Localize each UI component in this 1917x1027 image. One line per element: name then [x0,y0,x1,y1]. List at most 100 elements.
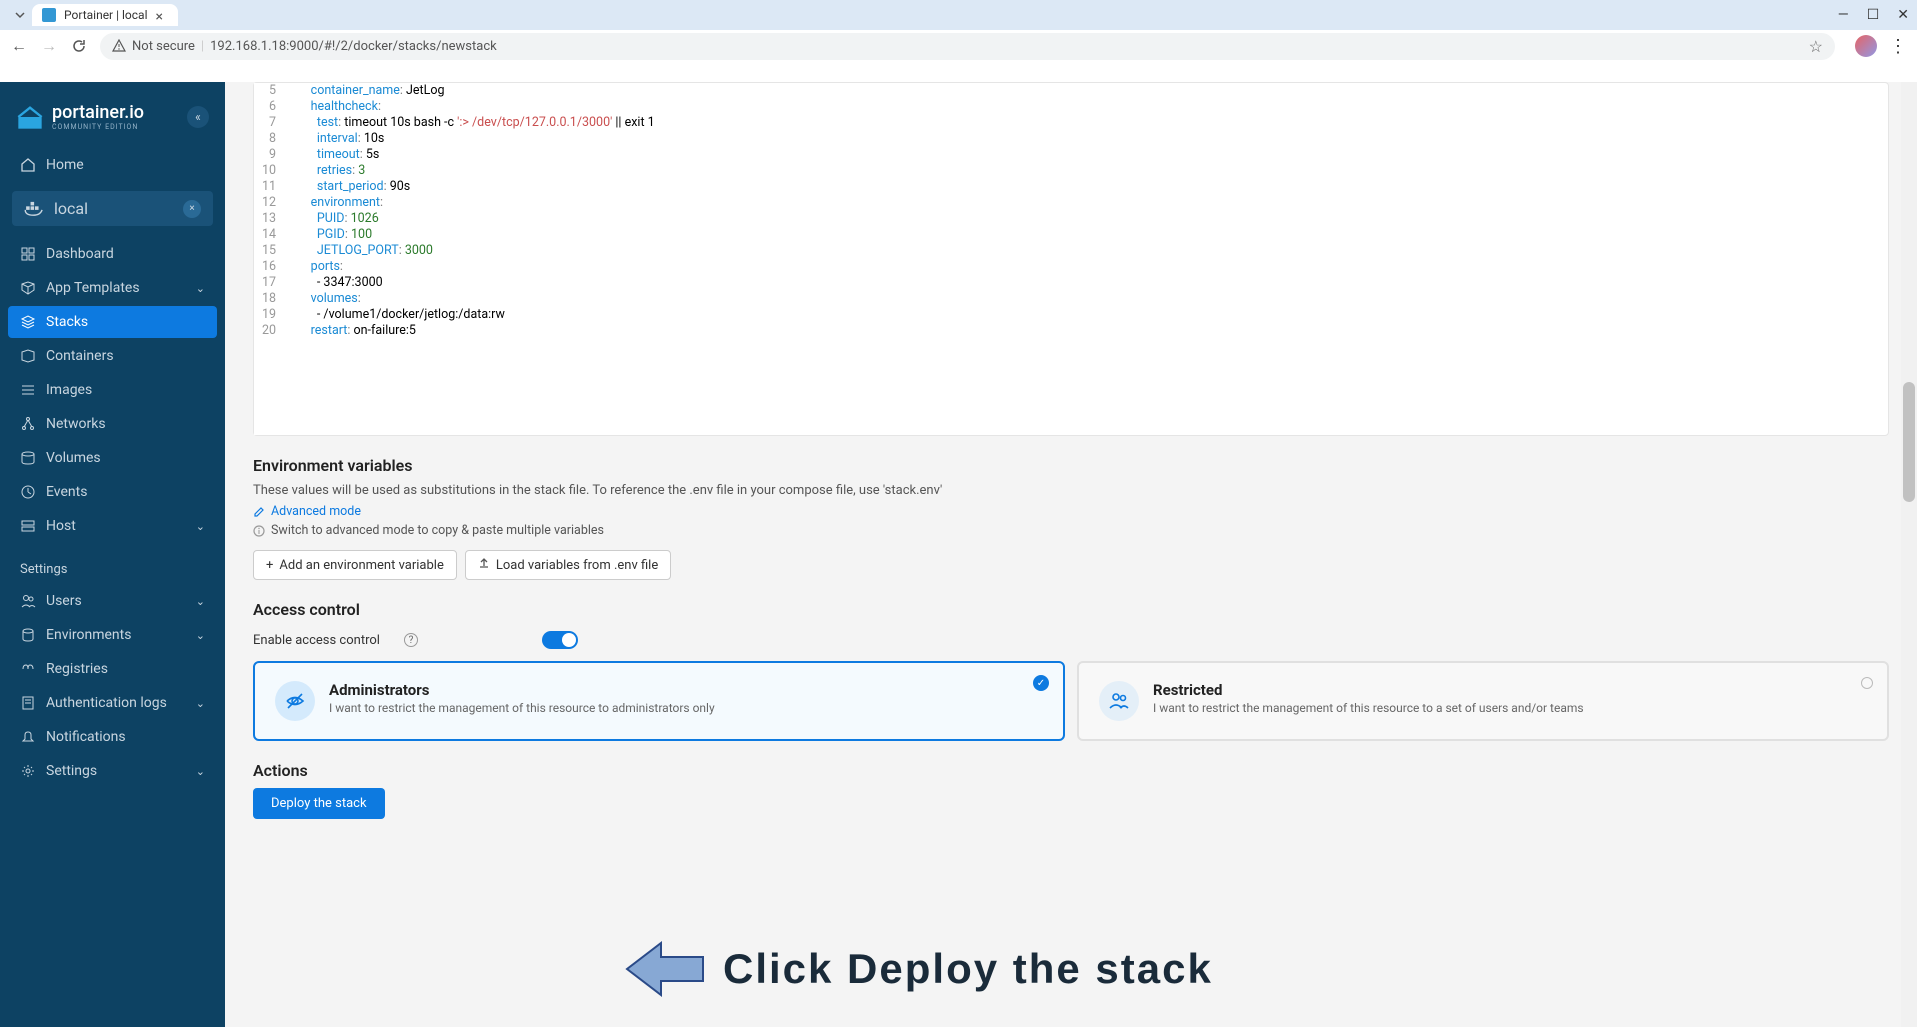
advanced-mode-info: Switch to advanced mode to copy & paste … [253,523,1889,538]
sidebar-item-authentication-logs[interactable]: Authentication logs⌄ [8,687,217,719]
access-control-toggle[interactable] [542,631,578,649]
code-editor[interactable]: 567891011121314151617181920 container_na… [253,82,1889,436]
sidebar-item-label: Host [46,518,76,534]
profile-avatar[interactable] [1855,35,1877,57]
containers-icon [20,348,36,364]
annotation: Click Deploy the stack [625,941,1213,997]
docker-icon [24,201,46,217]
sidebar-item-images[interactable]: Images [8,374,217,406]
eye-off-icon [275,681,315,721]
sidebar-item-stacks[interactable]: Stacks [8,306,217,338]
sidebar-item-label: Settings [46,763,97,779]
sidebar-item-label: Environments [46,627,131,643]
sidebar-item-registries[interactable]: Registries [8,653,217,685]
app-templates-icon [20,280,36,296]
sidebar-item-host[interactable]: Host ⌄ [8,510,217,542]
scrollbar-thumb[interactable] [1903,382,1915,502]
scrollbar[interactable] [1901,82,1917,1027]
sidebar-item-app-templates[interactable]: App Templates ⌄ [8,272,217,304]
chevron-down-icon: ⌄ [196,282,205,295]
arrow-icon [625,941,705,997]
minimize-icon[interactable]: — [1838,7,1849,23]
info-icon [253,525,265,537]
notifications-icon [20,729,36,745]
stacks-icon [20,314,36,330]
environments-icon [20,627,36,643]
sidebar-item-home[interactable]: Home [8,149,217,181]
brand[interactable]: portainer.io COMMUNITY EDITION « [8,94,217,147]
bookmark-icon[interactable]: ☆ [1809,37,1823,56]
sidebar-item-label: Events [46,484,87,500]
menu-icon[interactable]: ⋮ [1889,36,1907,57]
events-icon [20,484,36,500]
tab-dropdown[interactable] [8,9,32,21]
images-icon [20,382,36,398]
sidebar-item-label: Home [46,157,84,173]
edit-icon [253,506,265,518]
settings-icon [20,763,36,779]
sidebar-item-settings[interactable]: Settings⌄ [8,755,217,787]
sidebar-item-label: App Templates [46,280,140,296]
add-env-var-button[interactable]: + Add an environment variable [253,550,457,580]
card-title: Restricted [1153,681,1584,699]
actions-title: Actions [253,761,1889,780]
back-button[interactable]: ← [10,37,28,55]
authentication-logs-icon [20,695,36,711]
plus-icon: + [266,558,273,573]
url-bar[interactable]: Not secure | 192.168.1.18:9000/#!/2/dock… [100,33,1835,60]
users-icon [1099,681,1139,721]
volumes-icon [20,450,36,466]
sidebar-item-label: Dashboard [46,246,114,262]
load-env-file-button[interactable]: Load variables from .env file [465,550,671,580]
sidebar-item-environments[interactable]: Environments ⌄ [8,619,217,651]
tab-close-icon[interactable]: × [156,9,168,21]
sidebar-item-label: Containers [46,348,114,364]
access-card-restricted[interactable]: Restricted I want to restrict the manage… [1077,661,1889,741]
deploy-stack-button[interactable]: Deploy the stack [253,788,385,819]
card-title: Administrators [329,681,715,699]
browser-chrome: Portainer | local × — ☐ ✕ ← → Not secure… [0,0,1917,62]
chevron-down-icon: ⌄ [196,629,205,642]
sidebar-item-volumes[interactable]: Volumes [8,442,217,474]
brand-name: portainer.io [52,102,144,123]
dashboard-icon [20,246,36,262]
chevron-down-icon: ⌄ [196,697,205,710]
sidebar-item-containers[interactable]: Containers [8,340,217,372]
sidebar-item-dashboard[interactable]: Dashboard [8,238,217,270]
sidebar-item-label: Volumes [46,450,101,466]
env-vars-desc: These values will be used as substitutio… [253,483,1889,498]
access-toggle-label: Enable access control [253,633,380,648]
sidebar-item-notifications[interactable]: Notifications [8,721,217,753]
advanced-mode-link[interactable]: Advanced mode [253,504,1889,519]
sidebar-item-label: Registries [46,661,108,677]
chevron-down-icon: ⌄ [196,520,205,533]
browser-tab[interactable]: Portainer | local × [32,4,178,26]
forward-button[interactable]: → [40,37,58,55]
settings-section-title: Settings [8,544,217,583]
env-close-icon[interactable]: × [183,200,201,218]
sidebar-item-events[interactable]: Events [8,476,217,508]
maximize-icon[interactable]: ☐ [1867,7,1880,23]
host-icon [20,518,36,534]
annotation-text: Click Deploy the stack [723,945,1213,993]
portainer-logo-icon [16,103,44,131]
url-warning: Not secure [132,39,195,54]
warning-icon [112,39,126,53]
sidebar-item-users[interactable]: Users⌄ [8,585,217,617]
url-text: 192.168.1.18:9000/#!/2/docker/stacks/new… [210,39,1803,54]
radio-unchecked-icon [1861,677,1873,689]
reload-button[interactable] [70,37,88,55]
sidebar-item-networks[interactable]: Networks [8,408,217,440]
brand-edition: COMMUNITY EDITION [52,123,144,131]
card-desc: I want to restrict the management of thi… [329,701,715,715]
tab-favicon [42,8,56,22]
main-content: 567891011121314151617181920 container_na… [225,82,1917,1027]
env-label: local [54,199,88,218]
access-card-administrators[interactable]: Administrators I want to restrict the ma… [253,661,1065,741]
close-window-icon[interactable]: ✕ [1897,7,1909,23]
help-icon[interactable]: ? [404,633,418,647]
toggle-knob [562,633,576,647]
sidebar-collapse-button[interactable]: « [187,106,209,128]
sidebar-item-label: Images [46,382,92,398]
env-selector[interactable]: local × [12,191,213,226]
